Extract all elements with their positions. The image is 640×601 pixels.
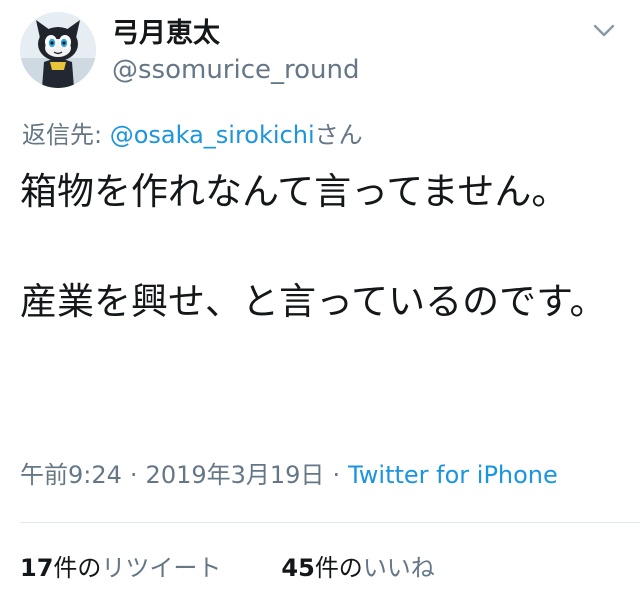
reply-mention-link[interactable]: @osaka_sirokichi [110,121,315,149]
reply-prefix: 返信先: [22,121,110,149]
tweet-metadata: 午前9:24 · 2019年3月19日 · Twitter for iPhone [20,458,558,492]
likes-stat[interactable]: 45件のいいね [281,548,434,588]
retweets-stat[interactable]: 17件のリツイート [20,548,221,588]
likes-label: いいね [362,554,435,582]
reply-context: 返信先: @osaka_sirokichiさん [22,118,363,152]
tweet-time[interactable]: 午前9:24 [20,461,122,489]
likes-count: 45 [281,554,315,582]
meta-separator: · [332,461,341,489]
tweet-text: 箱物を作れなんて言ってません。 産業を興せ、と言っているのです。 [20,164,620,329]
tweet-paragraph: 箱物を作れなんて言ってません。 [20,170,569,213]
tweet-date[interactable]: 2019年3月19日 [146,461,325,489]
meta-separator: · [129,461,138,489]
retweets-unit: 件の [53,554,102,582]
tweet-paragraph: 産業を興せ、と言っているのです。 [20,280,607,323]
tweet-card: 弓月恵太 @ssomurice_round 返信先: @osaka_siroki… [0,0,640,601]
likes-unit: 件の [314,554,363,582]
author-handle[interactable]: @ssomurice_round [112,54,360,86]
retweets-label: リツイート [101,554,222,582]
retweets-count: 17 [20,554,54,582]
avatar[interactable] [20,12,96,88]
reply-suffix: さん [314,121,363,149]
divider [20,522,640,523]
tweet-stats: 17件のリツイート 45件のいいね [20,548,435,588]
black-cat-mascot-avatar-icon [20,12,96,88]
author-display-name[interactable]: 弓月恵太 [112,16,220,52]
tweet-source-link[interactable]: Twitter for iPhone [348,461,558,489]
chevron-down-icon[interactable] [590,20,618,42]
